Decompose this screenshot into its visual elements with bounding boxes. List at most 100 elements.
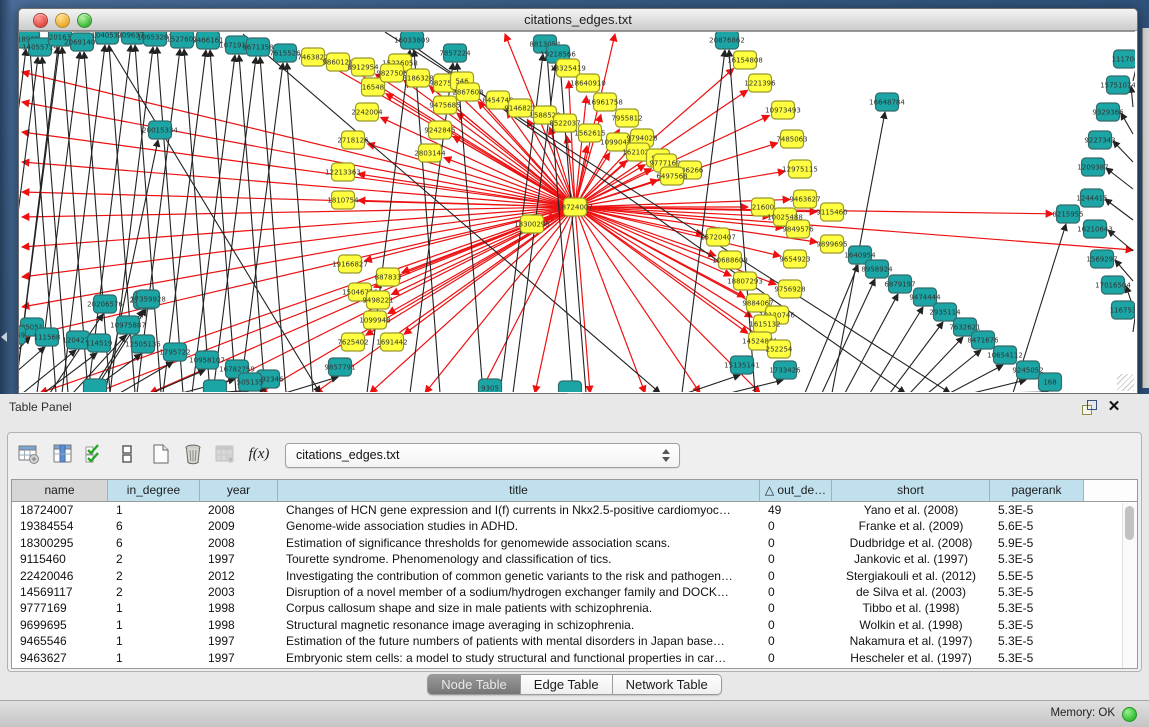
table-column-icon[interactable] bbox=[50, 441, 76, 467]
table-row[interactable]: 946554611997Estimation of the future num… bbox=[12, 633, 1137, 649]
cell-year[interactable]: 1997 bbox=[200, 551, 278, 567]
cell-pagerank[interactable]: 5.3E-5 bbox=[990, 633, 1084, 649]
cell-title[interactable]: Embryonic stem cells: a model to study s… bbox=[278, 650, 760, 666]
cell-short[interactable]: Yano et al. (2008) bbox=[832, 502, 990, 518]
cell-in_degree[interactable]: 2 bbox=[108, 551, 200, 567]
cell-name[interactable]: 9699695 bbox=[12, 617, 108, 633]
table-source-select[interactable]: citations_edges.txt bbox=[285, 443, 680, 468]
cell-in_degree[interactable]: 6 bbox=[108, 535, 200, 551]
close-panel-icon[interactable]: ✕ bbox=[1105, 399, 1123, 415]
cell-year[interactable]: 1998 bbox=[200, 600, 278, 616]
table-row[interactable]: 2242004622012Investigating the contribut… bbox=[12, 568, 1137, 584]
cell-out_degree[interactable]: 0 bbox=[760, 535, 832, 551]
cell-name[interactable]: 9777169 bbox=[12, 600, 108, 616]
cell-pagerank[interactable]: 5.3E-5 bbox=[990, 650, 1084, 666]
cell-year[interactable]: 1997 bbox=[200, 633, 278, 649]
graph-node[interactable] bbox=[559, 381, 582, 392]
table-row[interactable]: 1456911722003Disruption of a novel membe… bbox=[12, 584, 1137, 600]
cell-in_degree[interactable]: 2 bbox=[108, 568, 200, 584]
column-header-year[interactable]: year bbox=[200, 480, 278, 502]
cell-short[interactable]: Franke et al. (2009) bbox=[832, 518, 990, 534]
cell-short[interactable]: Stergiakouli et al. (2012) bbox=[832, 568, 990, 584]
cell-out_degree[interactable]: 0 bbox=[760, 633, 832, 649]
cell-title[interactable]: Estimation of significance thresholds fo… bbox=[278, 535, 760, 551]
cell-short[interactable]: Dudbridge et al. (2008) bbox=[832, 535, 990, 551]
cell-pagerank[interactable]: 5.6E-5 bbox=[990, 518, 1084, 534]
column-header-name[interactable]: name bbox=[12, 480, 108, 502]
cell-title[interactable]: Structural magnetic resonance image aver… bbox=[278, 617, 760, 633]
cell-out_degree[interactable]: 0 bbox=[760, 518, 832, 534]
cell-out_degree[interactable]: 0 bbox=[760, 568, 832, 584]
cell-name[interactable]: 9463627 bbox=[12, 650, 108, 666]
cell-pagerank[interactable]: 5.3E-5 bbox=[990, 551, 1084, 567]
cell-in_degree[interactable]: 1 bbox=[108, 650, 200, 666]
cell-short[interactable]: Tibbo et al. (1998) bbox=[832, 600, 990, 616]
right-panel-edge[interactable] bbox=[1142, 28, 1149, 388]
graph-node[interactable] bbox=[204, 380, 227, 392]
cell-short[interactable]: Wolkin et al. (1998) bbox=[832, 617, 990, 633]
cell-year[interactable]: 1997 bbox=[200, 650, 278, 666]
cell-pagerank[interactable]: 5.3E-5 bbox=[990, 502, 1084, 518]
cell-name[interactable]: 9115460 bbox=[12, 551, 108, 567]
cell-title[interactable]: Estimation of the future numbers of pati… bbox=[278, 633, 760, 649]
cell-out_degree[interactable]: 0 bbox=[760, 617, 832, 633]
cell-pagerank[interactable]: 5.3E-5 bbox=[990, 584, 1084, 600]
float-window-icon[interactable] bbox=[1079, 399, 1097, 415]
column-header-short[interactable]: short bbox=[832, 480, 990, 502]
cell-pagerank[interactable]: 5.3E-5 bbox=[990, 600, 1084, 616]
column-header-in_degree[interactable]: in_degree bbox=[108, 480, 200, 502]
graph-node[interactable] bbox=[84, 379, 107, 392]
select-checkmarks-icon[interactable] bbox=[82, 441, 108, 467]
zoom-button[interactable] bbox=[77, 13, 92, 28]
table-row[interactable]: 977716911998Corpus callosum shape and si… bbox=[12, 600, 1137, 616]
cell-year[interactable]: 2008 bbox=[200, 535, 278, 551]
column-header-pagerank[interactable]: pagerank bbox=[990, 480, 1084, 502]
table-row[interactable]: 1938455462009Genome-wide association stu… bbox=[12, 518, 1137, 534]
citation-network-graph[interactable]: 1893714055714201632069140610405372096372… bbox=[19, 32, 1135, 392]
cell-year[interactable]: 1998 bbox=[200, 617, 278, 633]
close-button[interactable] bbox=[33, 13, 48, 28]
cell-name[interactable]: 22420046 bbox=[12, 568, 108, 584]
tab-node-table[interactable]: Node Table bbox=[427, 674, 521, 695]
cell-name[interactable]: 14569117 bbox=[12, 584, 108, 600]
table-row[interactable]: 911546021997Tourette syndrome. Phenomeno… bbox=[12, 551, 1137, 567]
table-vertical-scrollbar[interactable] bbox=[1122, 503, 1137, 668]
cell-title[interactable]: Corpus callosum shape and size in male p… bbox=[278, 600, 760, 616]
table-row[interactable]: 946362711997Embryonic stem cells: a mode… bbox=[12, 650, 1137, 666]
cell-in_degree[interactable]: 2 bbox=[108, 584, 200, 600]
cell-out_degree[interactable]: 0 bbox=[760, 600, 832, 616]
cell-out_degree[interactable]: 49 bbox=[760, 502, 832, 518]
cell-pagerank[interactable]: 5.9E-5 bbox=[990, 535, 1084, 551]
window-titlebar[interactable]: citations_edges.txt bbox=[19, 9, 1137, 31]
cell-title[interactable]: Investigating the contribution of common… bbox=[278, 568, 760, 584]
network-canvas[interactable]: 1893714055714201632069140610405372096372… bbox=[19, 31, 1135, 392]
cell-name[interactable]: 19384554 bbox=[12, 518, 108, 534]
column-header-title[interactable]: title bbox=[278, 480, 760, 502]
resize-grip[interactable] bbox=[1117, 374, 1134, 391]
column-header-out_degree[interactable]: △ out_de… bbox=[760, 480, 832, 502]
delete-trash-icon[interactable] bbox=[180, 441, 206, 467]
tab-network-table[interactable]: Network Table bbox=[613, 674, 722, 695]
cell-title[interactable]: Tourette syndrome. Phenomenology and cla… bbox=[278, 551, 760, 567]
cell-title[interactable]: Changes of HCN gene expression and I(f) … bbox=[278, 502, 760, 518]
table-row[interactable]: 969969511998Structural magnetic resonanc… bbox=[12, 617, 1137, 633]
cell-in_degree[interactable]: 6 bbox=[108, 518, 200, 534]
table-settings-icon[interactable] bbox=[16, 441, 42, 467]
cell-short[interactable]: Nakamura et al. (1997) bbox=[832, 633, 990, 649]
cell-pagerank[interactable]: 5.5E-5 bbox=[990, 568, 1084, 584]
cell-in_degree[interactable]: 1 bbox=[108, 600, 200, 616]
cell-name[interactable]: 18300295 bbox=[12, 535, 108, 551]
cell-short[interactable]: de Silva et al. (2003) bbox=[832, 584, 990, 600]
new-file-icon[interactable] bbox=[148, 441, 174, 467]
cell-title[interactable]: Disruption of a novel member of a sodium… bbox=[278, 584, 760, 600]
cell-in_degree[interactable]: 1 bbox=[108, 502, 200, 518]
cell-name[interactable]: 18724007 bbox=[12, 502, 108, 518]
cell-out_degree[interactable]: 0 bbox=[760, 650, 832, 666]
cell-in_degree[interactable]: 1 bbox=[108, 633, 200, 649]
table-row[interactable]: 1872400712008Changes of HCN gene express… bbox=[12, 502, 1137, 518]
tab-edge-table[interactable]: Edge Table bbox=[521, 674, 613, 695]
cell-in_degree[interactable]: 1 bbox=[108, 617, 200, 633]
cell-short[interactable]: Hescheler et al. (1997) bbox=[832, 650, 990, 666]
cell-year[interactable]: 2003 bbox=[200, 584, 278, 600]
cell-year[interactable]: 2008 bbox=[200, 502, 278, 518]
